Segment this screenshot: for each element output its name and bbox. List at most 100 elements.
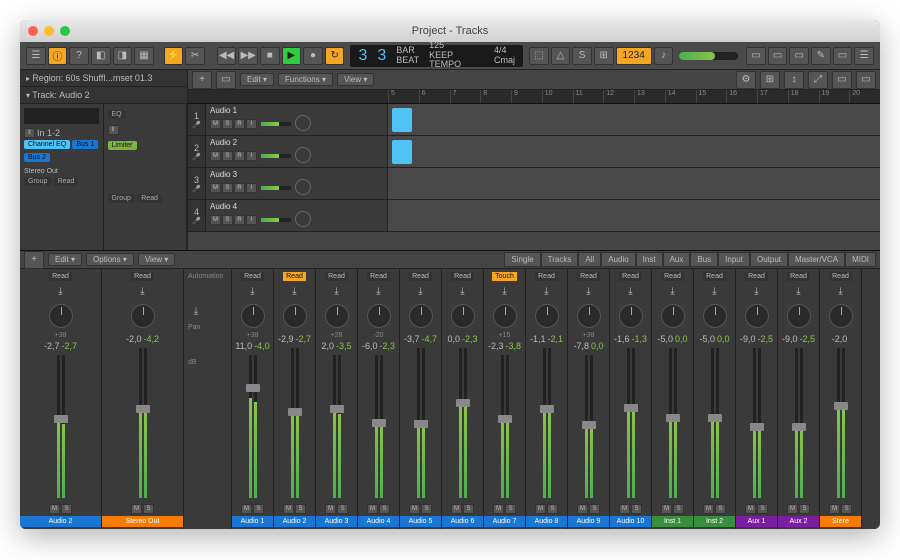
solo-button[interactable]: S <box>222 215 233 225</box>
pan-knob[interactable] <box>131 304 155 328</box>
automation-mode[interactable]: Read <box>49 272 72 281</box>
pan-knob[interactable] <box>295 147 311 163</box>
solo-button[interactable]: S <box>631 504 642 514</box>
mute-button[interactable]: M <box>367 504 378 514</box>
mixer-tab[interactable]: Tracks <box>541 252 579 267</box>
fader[interactable] <box>532 348 562 498</box>
solo-button[interactable]: S <box>757 504 768 514</box>
mute-button[interactable]: M <box>210 215 221 225</box>
solo-button[interactable]: S <box>222 151 233 161</box>
pan-knob[interactable] <box>661 304 685 328</box>
audio-region[interactable] <box>392 108 412 132</box>
automation-mode[interactable]: Read <box>283 272 306 281</box>
mute-button[interactable]: M <box>661 504 672 514</box>
pan-knob[interactable] <box>49 304 73 328</box>
mixer-tab[interactable]: Output <box>750 252 788 267</box>
mute-button[interactable]: M <box>829 504 840 514</box>
automation-mode[interactable]: Read <box>745 272 768 281</box>
solo-button[interactable]: S <box>715 504 726 514</box>
rewind-button[interactable]: ◀◀ <box>217 47 237 65</box>
automation-mode[interactable]: Read <box>661 272 684 281</box>
channel-name[interactable]: Audio 5 <box>400 516 441 527</box>
automation-mode[interactable]: Read <box>619 272 642 281</box>
mute-button[interactable]: M <box>493 504 504 514</box>
cycle-button[interactable]: ↻ <box>325 47 345 65</box>
eq-chip[interactable]: EQ <box>108 110 126 119</box>
scissors-icon[interactable]: ✂ <box>185 47 205 65</box>
automation-mode[interactable]: Read <box>787 272 810 281</box>
pan-knob[interactable] <box>241 304 265 328</box>
track-row[interactable]: ▾ Track: Audio 2 <box>20 87 187 104</box>
pan-knob[interactable] <box>535 304 559 328</box>
track-lane[interactable] <box>388 136 880 167</box>
add-channel-button[interactable]: + <box>24 251 44 269</box>
automation-mode[interactable]: Read <box>131 272 154 281</box>
fader[interactable] <box>46 355 76 498</box>
stereo-out-label[interactable]: Stereo Out <box>24 168 99 175</box>
fader[interactable] <box>700 348 730 498</box>
mixer-button[interactable]: ⚡ <box>164 47 184 65</box>
input-button[interactable]: I <box>246 119 257 129</box>
fader[interactable] <box>448 348 478 498</box>
toolbar-button[interactable]: ⊞ <box>760 71 780 89</box>
track-header[interactable]: Audio 2 M S R I <box>206 136 388 167</box>
bus1-chip[interactable]: Bus 1 <box>72 140 98 149</box>
toolbar-button[interactable]: ✎ <box>811 47 831 65</box>
minimize-icon[interactable] <box>44 26 54 36</box>
input-button[interactable]: I <box>246 151 257 161</box>
mixer-tab[interactable]: Aux <box>663 252 691 267</box>
automation-mode[interactable]: Read <box>409 272 432 281</box>
fader[interactable] <box>490 355 520 498</box>
pan-knob[interactable] <box>577 304 601 328</box>
ch-button[interactable]: ‖ <box>108 125 119 135</box>
automation-mode[interactable]: Read <box>577 272 600 281</box>
edit-menu[interactable]: Edit ▾ <box>48 253 82 266</box>
toolbar-button[interactable]: ◨ <box>113 47 133 65</box>
channel-name[interactable]: Aux 1 <box>736 516 777 527</box>
fader[interactable] <box>826 348 856 498</box>
mute-button[interactable]: M <box>409 504 420 514</box>
solo-button[interactable]: S <box>295 504 306 514</box>
stop-button[interactable]: ■ <box>260 47 280 65</box>
input-button[interactable]: I <box>246 183 257 193</box>
mute-button[interactable]: M <box>210 119 221 129</box>
channel-name[interactable]: Audio 7 <box>484 516 525 527</box>
mixer-tab[interactable]: Inst <box>636 252 663 267</box>
pan-knob[interactable] <box>409 304 433 328</box>
close-icon[interactable] <box>28 26 38 36</box>
mute-button[interactable]: M <box>283 504 294 514</box>
fader[interactable] <box>616 348 646 498</box>
fader[interactable] <box>238 355 268 498</box>
group-chip[interactable]: Group <box>24 177 51 186</box>
track-row[interactable]: 1🎤 Audio 1 M S R I <box>188 104 880 136</box>
pan-knob[interactable] <box>295 179 311 195</box>
pan-knob[interactable] <box>493 304 517 328</box>
track-header[interactable]: Audio 4 M S R I <box>206 200 388 231</box>
pan-knob[interactable] <box>745 304 769 328</box>
mute-button[interactable]: M <box>577 504 588 514</box>
automation-mode[interactable]: Read <box>703 272 726 281</box>
pan-knob[interactable] <box>787 304 811 328</box>
tuner-button[interactable]: ♪ <box>654 47 674 65</box>
pan-knob[interactable] <box>283 304 307 328</box>
track-lane[interactable] <box>388 200 880 231</box>
toolbar-button[interactable]: ☰ <box>854 47 874 65</box>
channel-name[interactable]: Inst 1 <box>652 516 693 527</box>
toolbar-button[interactable]: ⊞ <box>594 47 614 65</box>
group-chip[interactable]: Group <box>108 194 135 203</box>
solo-button[interactable]: S <box>841 504 852 514</box>
automation-mode[interactable]: Read <box>367 272 390 281</box>
automation-mode[interactable]: Touch <box>492 272 517 281</box>
channel-name[interactable]: Aux 2 <box>778 516 819 527</box>
add-track-button[interactable]: + <box>192 71 212 89</box>
track-header[interactable]: Audio 3 M S R I <box>206 168 388 199</box>
read-chip[interactable]: Read <box>137 194 162 203</box>
solo-button[interactable]: S <box>463 504 474 514</box>
inspector-button[interactable]: ⓘ <box>48 47 68 65</box>
pan-knob[interactable] <box>367 304 391 328</box>
view-menu[interactable]: View ▾ <box>337 73 374 86</box>
fader[interactable] <box>574 355 604 498</box>
options-menu[interactable]: Options ▾ <box>86 253 134 266</box>
functions-menu[interactable]: Functions ▾ <box>278 73 333 86</box>
mute-button[interactable]: M <box>703 504 714 514</box>
